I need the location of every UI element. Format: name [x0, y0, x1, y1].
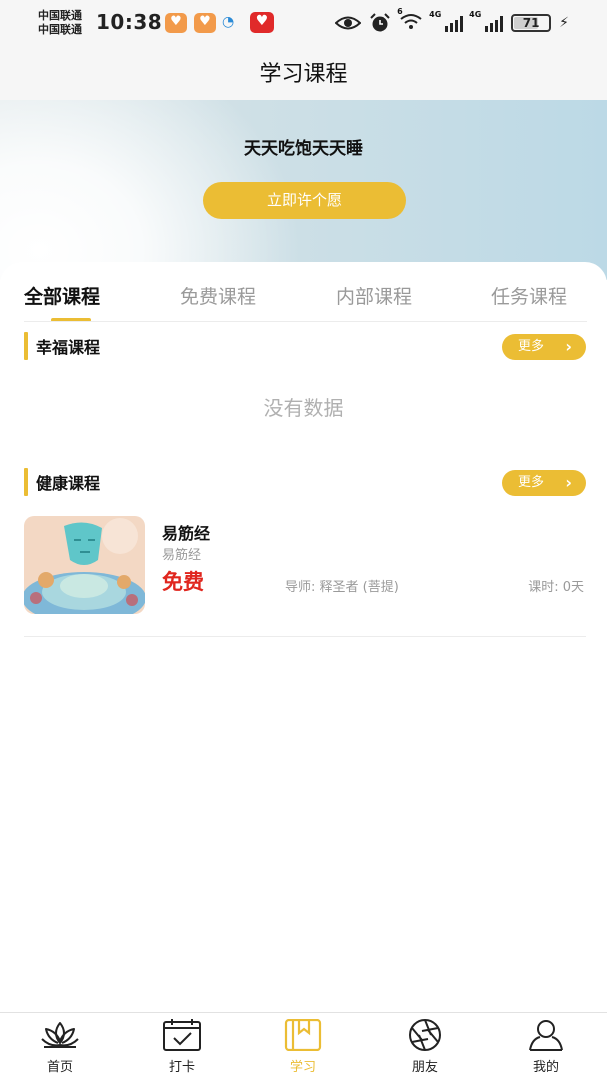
chevron-right-icon: ›	[565, 473, 572, 492]
network-type: 4G	[469, 10, 482, 19]
carrier-names: 中国联通 中国联通	[38, 9, 82, 37]
carrier-2: 中国联通	[38, 23, 82, 36]
chevron-right-icon: ›	[565, 337, 572, 356]
charging-icon: ⚡	[559, 15, 569, 31]
tab-task-courses[interactable]: 任务课程	[491, 282, 567, 309]
status-icons: 6 4G 4G 71 ⚡	[335, 7, 569, 34]
tab-internal-courses[interactable]: 内部课程	[336, 282, 412, 309]
tab-free-courses[interactable]: 免费课程	[180, 282, 256, 309]
clock: 10:38	[96, 10, 163, 34]
course-subtitle: 易筋经	[162, 548, 202, 563]
tab-all-courses[interactable]: 全部课程	[24, 282, 100, 309]
course-sheet: 全部课程 免费课程 内部课程 任务课程 幸福课程 更多 › 没有数据 健康课程 …	[0, 262, 607, 1014]
course-teacher: 导师: 释圣者 (菩提)	[285, 580, 399, 595]
nav-friends[interactable]: 朋友	[385, 1019, 465, 1079]
banner: 天天吃饱天天睡 立即许个愿	[0, 100, 607, 280]
course-thumbnail	[24, 516, 145, 614]
person-icon	[529, 1020, 563, 1051]
course-title: 易筋经	[162, 524, 211, 543]
page-title: 学习课程	[259, 62, 348, 87]
section-accent-bar	[24, 332, 28, 360]
eye-icon	[335, 16, 362, 30]
heart-app-icon	[250, 12, 274, 33]
section-title: 健康课程	[36, 474, 101, 493]
section-header-health: 健康课程 更多 ›	[24, 468, 586, 498]
nav-label: 我的	[532, 1060, 559, 1075]
nav-checkin[interactable]: 打卡	[142, 1019, 222, 1079]
course-tabs: 全部课程 免费课程 内部课程 任务课程	[0, 262, 607, 322]
banner-text: 天天吃饱天天睡	[244, 139, 363, 159]
title-bar: 学习课程	[0, 46, 607, 100]
nav-label: 首页	[46, 1060, 73, 1075]
nav-home[interactable]: 首页	[20, 1019, 100, 1079]
nav-label: 打卡	[168, 1060, 195, 1075]
more-label: 更多	[518, 339, 545, 354]
wifi-badge: 6	[397, 7, 403, 16]
nav-label: 朋友	[411, 1060, 438, 1075]
divider	[24, 321, 587, 322]
course-price: 免费	[162, 570, 204, 594]
battery-icon: 71	[511, 14, 552, 32]
section-accent-bar	[24, 468, 28, 496]
carrier-1: 中国联通	[38, 9, 82, 22]
more-button[interactable]: 更多 ›	[502, 470, 586, 496]
empty-state-text: 没有数据	[263, 396, 344, 420]
aperture-icon	[409, 1019, 441, 1051]
network-type: 4G	[429, 10, 442, 19]
app-notification-icon	[194, 13, 216, 33]
chat-notification-icon: ◔	[222, 14, 235, 30]
app-notification-icon	[165, 13, 187, 33]
calendar-check-icon	[163, 1019, 201, 1051]
alarm-icon	[370, 13, 390, 32]
bottom-nav: 首页 打卡 学习 朋友 我的	[0, 1012, 607, 1080]
nav-mine[interactable]: 我的	[506, 1019, 586, 1079]
divider	[24, 636, 586, 637]
course-card[interactable]: 易筋经 易筋经 免费 导师: 释圣者 (菩提) 课时: 0天	[24, 516, 586, 636]
signal-icon: 4G	[469, 10, 504, 32]
make-wish-button[interactable]: 立即许个愿	[203, 182, 406, 219]
signal-icon: 4G	[429, 10, 464, 32]
nav-label: 学习	[289, 1060, 316, 1075]
battery-level: 71	[522, 16, 540, 30]
book-icon	[284, 1019, 322, 1051]
section-header-happiness: 幸福课程 更多 ›	[24, 332, 586, 362]
status-bar: 中国联通 中国联通 10:38 ◔ 6 4G 4G	[0, 0, 607, 46]
wifi-icon: 6	[397, 7, 423, 34]
more-button[interactable]: 更多 ›	[502, 334, 586, 360]
nav-study[interactable]: 学习	[263, 1019, 343, 1079]
course-hours: 课时: 0天	[528, 580, 584, 595]
section-title: 幸福课程	[36, 338, 101, 357]
lotus-icon	[41, 1022, 79, 1048]
more-label: 更多	[518, 475, 545, 490]
